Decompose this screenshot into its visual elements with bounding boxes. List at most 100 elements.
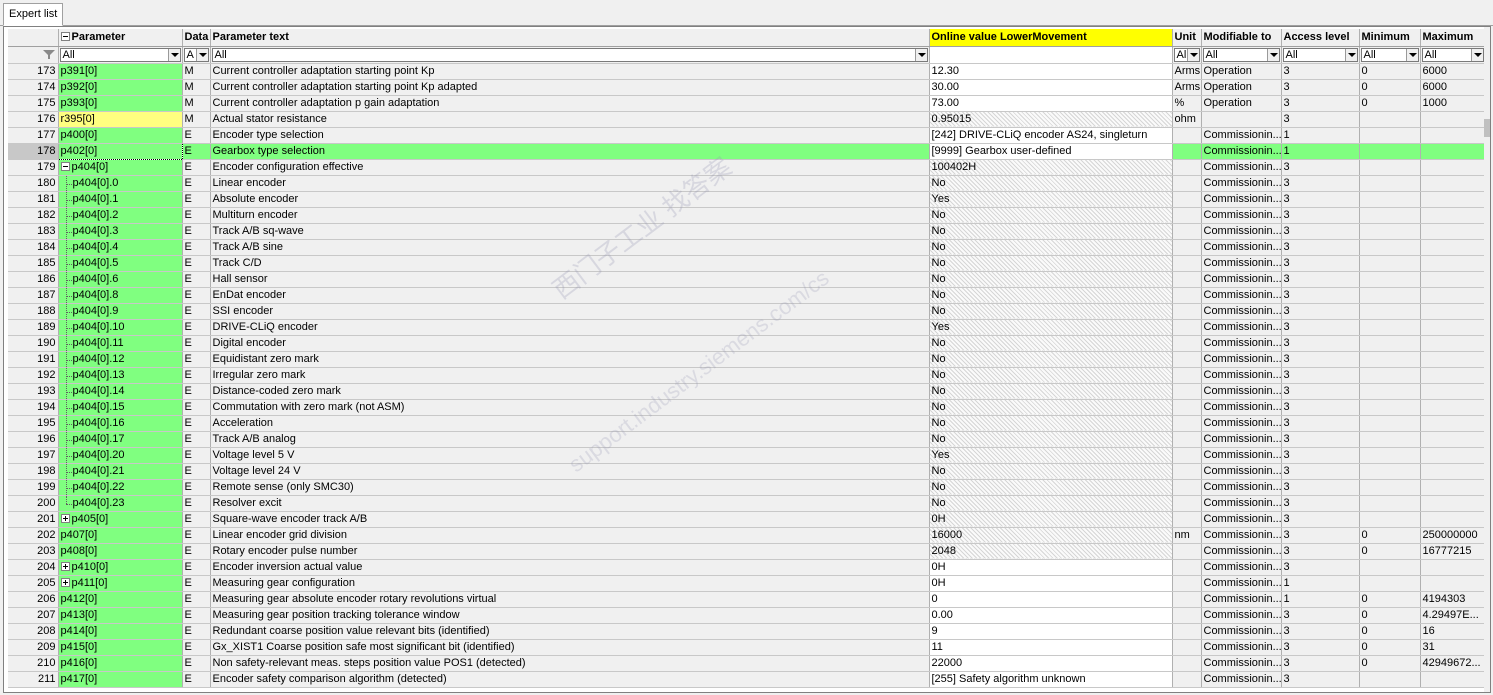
parameter-cell[interactable]: p405[0] <box>58 511 183 528</box>
filter-corner[interactable] <box>8 46 59 64</box>
expand-icon[interactable] <box>60 561 70 571</box>
parameter-cell[interactable]: p404[0].4 <box>58 239 183 256</box>
parameter-cell[interactable]: p404[0].1 <box>58 191 183 208</box>
collapse-icon[interactable] <box>60 161 70 171</box>
parameter-cell[interactable]: p416[0] <box>58 655 183 672</box>
row-number[interactable]: 202 <box>8 527 59 544</box>
table-row[interactable]: 209 p415[0] E Gx_XIST1 Coarse position safe… <box>8 639 1486 656</box>
row-number[interactable]: 197 <box>8 447 59 464</box>
table-row[interactable]: 175 p393[0] M Current controller adaptation… <box>8 95 1486 112</box>
parameter-cell[interactable]: p404[0].6 <box>58 271 183 288</box>
filter-data[interactable]: A <box>182 46 211 64</box>
table-row[interactable]: 193 p404[0].14 E Distance-coded zero mark No… <box>8 383 1486 400</box>
chevron-down-icon[interactable] <box>914 48 927 61</box>
online-value-cell[interactable]: 0 <box>929 591 1173 608</box>
table-row[interactable]: 198 p404[0].21 E Voltage level 24 V No Commis… <box>8 463 1486 480</box>
table-row[interactable]: 205 p411[0] E Measuring gear configuration 0… <box>8 575 1486 592</box>
row-number[interactable]: 195 <box>8 415 59 432</box>
table-row[interactable]: 178 p402[0] E Gearbox type selection [9999] … <box>8 142 1486 160</box>
table-row[interactable]: 190 p404[0].11 E Digital encoder No Commissio… <box>8 335 1486 352</box>
chevron-down-icon[interactable] <box>1344 48 1357 61</box>
parameter-cell[interactable]: p407[0] <box>58 527 183 544</box>
parameter-cell[interactable]: p404[0].15 <box>58 399 183 416</box>
row-number[interactable]: 181 <box>8 191 59 208</box>
header-maximum[interactable]: Maximum <box>1420 29 1486 47</box>
header-data[interactable]: Data <box>182 29 211 47</box>
row-number[interactable]: 173 <box>8 63 59 80</box>
parameter-cell[interactable]: p404[0].16 <box>58 415 183 432</box>
online-value-cell[interactable]: 0H <box>929 575 1173 592</box>
filter-icon[interactable] <box>42 49 55 60</box>
chevron-down-icon[interactable] <box>167 48 180 61</box>
row-number[interactable]: 204 <box>8 559 59 576</box>
parameter-cell[interactable]: p415[0] <box>58 639 183 656</box>
parameter-cell[interactable]: p404[0].13 <box>58 367 183 384</box>
parameter-cell[interactable]: p404[0].5 <box>58 255 183 272</box>
table-row[interactable]: 183 p404[0].3 E Track A/B sq-wave No Commissi… <box>8 223 1486 240</box>
parameter-cell[interactable]: p404[0].11 <box>58 335 183 352</box>
table-row[interactable]: 200 p404[0].23 E Resolver excit No Commission… <box>8 495 1486 512</box>
row-number[interactable]: 186 <box>8 271 59 288</box>
parameter-cell[interactable]: p400[0] <box>58 127 183 144</box>
parameter-cell[interactable]: p404[0].12 <box>58 351 183 368</box>
row-number[interactable]: 182 <box>8 207 59 224</box>
row-number[interactable]: 176 <box>8 111 59 128</box>
online-value-cell[interactable]: [255] Safety algorithm unknown <box>929 671 1173 688</box>
table-row[interactable]: 185 p404[0].5 E Track C/D No Commissionin... 3 <box>8 255 1486 272</box>
row-number[interactable]: 198 <box>8 463 59 480</box>
header-unit[interactable]: Unit <box>1172 29 1202 47</box>
chevron-down-icon[interactable] <box>195 48 208 61</box>
filter-minimum[interactable]: All <box>1359 46 1421 64</box>
row-number[interactable]: 199 <box>8 479 59 496</box>
header-access-level[interactable]: Access level <box>1281 29 1360 47</box>
table-row[interactable]: 184 p404[0].4 E Track A/B sine No Commissioni… <box>8 239 1486 256</box>
table-row[interactable]: 206 p412[0] E Measuring gear absolute encod… <box>8 591 1486 608</box>
table-row[interactable]: 187 p404[0].8 E EnDat encoder No Commissionin… <box>8 287 1486 304</box>
filter-access-level[interactable]: All <box>1281 46 1360 64</box>
parameter-cell[interactable]: p391[0] <box>58 63 183 80</box>
parameter-cell[interactable]: p417[0] <box>58 671 183 688</box>
row-number[interactable]: 177 <box>8 127 59 144</box>
table-row[interactable]: 211 p417[0] E Encoder safety comparison alg… <box>8 671 1486 688</box>
row-number[interactable]: 205 <box>8 575 59 592</box>
row-number[interactable]: 188 <box>8 303 59 320</box>
row-number[interactable]: 183 <box>8 223 59 240</box>
row-number[interactable]: 190 <box>8 335 59 352</box>
parameter-cell[interactable]: p402[0] <box>57 142 183 160</box>
row-number[interactable]: 192 <box>8 367 59 384</box>
parameter-cell[interactable]: p404[0].9 <box>58 303 183 320</box>
filter-modifiable-to[interactable]: All <box>1201 46 1282 64</box>
table-row[interactable]: 210 p416[0] E Non safety-relevant meas. ste… <box>8 655 1486 672</box>
row-number[interactable]: 206 <box>8 591 59 608</box>
row-number[interactable]: 179 <box>8 159 59 176</box>
row-number[interactable]: 209 <box>8 639 59 656</box>
table-row[interactable]: 194 p404[0].15 E Commutation with zero mark… <box>8 399 1486 416</box>
parameter-cell[interactable]: p404[0] <box>58 159 183 176</box>
table-row[interactable]: 192 p404[0].13 E Irregular zero mark No Commi… <box>8 367 1486 384</box>
online-value-cell[interactable]: 30.00 <box>929 79 1173 96</box>
parameter-cell[interactable]: p413[0] <box>58 607 183 624</box>
table-row[interactable]: 180 p404[0].0 E Linear encoder No Commissioni… <box>8 175 1486 192</box>
row-number[interactable]: 191 <box>8 351 59 368</box>
row-number[interactable]: 174 <box>8 79 59 96</box>
parameter-cell[interactable]: p412[0] <box>58 591 183 608</box>
parameter-cell[interactable]: p404[0].17 <box>58 431 183 448</box>
chevron-down-icon[interactable] <box>1266 48 1279 61</box>
row-number[interactable]: 201 <box>8 511 59 528</box>
chevron-down-icon[interactable] <box>1405 48 1418 61</box>
chevron-down-icon[interactable] <box>1470 48 1483 61</box>
parameter-cell[interactable]: p393[0] <box>58 95 183 112</box>
parameter-cell[interactable]: p411[0] <box>58 575 183 592</box>
online-value-cell[interactable]: [9999] Gearbox user-defined <box>929 143 1173 160</box>
table-row[interactable]: 195 p404[0].16 E Acceleration No Commissionin… <box>8 415 1486 432</box>
online-value-cell[interactable]: 0H <box>929 559 1173 576</box>
online-value-cell[interactable]: [242] DRIVE-CLiQ encoder AS24, singletur… <box>929 127 1173 144</box>
table-row[interactable]: 203 p408[0] E Rotary encoder pulse number 20… <box>8 543 1486 560</box>
row-number[interactable]: 187 <box>8 287 59 304</box>
parameter-cell[interactable]: p404[0].2 <box>58 207 183 224</box>
row-number[interactable]: 200 <box>8 495 59 512</box>
row-number[interactable]: 189 <box>8 319 59 336</box>
table-row[interactable]: 186 p404[0].6 E Hall sensor No Commissionin..… <box>8 271 1486 288</box>
parameter-cell[interactable]: p408[0] <box>58 543 183 560</box>
table-row[interactable]: 189 p404[0].10 E DRIVE-CLiQ encoder Yes Commi… <box>8 319 1486 336</box>
